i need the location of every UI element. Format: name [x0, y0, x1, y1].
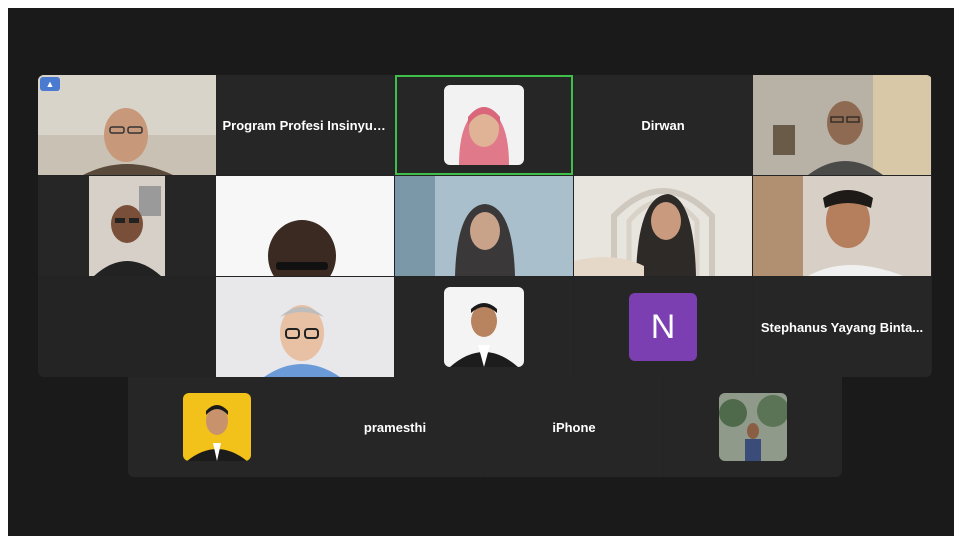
participant-video [753, 176, 931, 276]
participant-avatar [216, 277, 394, 377]
video-tile-man-white-shirt[interactable] [753, 176, 931, 276]
video-tile-man-glasses[interactable] [38, 75, 216, 175]
video-tile-memoji[interactable] [216, 277, 394, 377]
video-tile-n[interactable]: N [574, 277, 752, 377]
video-tile-man-forest[interactable] [664, 377, 842, 477]
participant-photo [183, 393, 251, 461]
participant-name: pramesthi [363, 419, 427, 435]
participant-photo [719, 393, 787, 461]
participant-name: iPhone [552, 419, 596, 435]
participant-photo [444, 85, 524, 165]
participant-video [574, 176, 752, 276]
video-tile-woman-arches[interactable] [574, 176, 752, 276]
participant-name: Dirwan [641, 117, 685, 133]
participant-photo [444, 287, 524, 367]
video-tile-dirwan[interactable]: Dirwan [574, 75, 752, 175]
camera-icon: ▲ [40, 77, 60, 91]
participant-name: Stephanus Yayang Binta... [760, 319, 924, 335]
video-gallery: ▲ Program Profesi Insinyur... Dirwan N S… [38, 75, 932, 377]
video-tile-program[interactable]: Program Profesi Insinyur... [216, 75, 394, 175]
video-tile-man-suit[interactable] [395, 277, 573, 377]
participant-video [216, 176, 394, 276]
video-tile-man-dark-shirt[interactable] [38, 176, 216, 276]
video-tile-pramesthi[interactable]: pramesthi [306, 377, 484, 477]
participant-photo [89, 176, 165, 276]
participant-video [38, 75, 216, 175]
video-tile-woman-hijab[interactable] [395, 176, 573, 276]
video-tile-man-office[interactable] [753, 75, 931, 175]
video-tile-man-partial[interactable] [216, 176, 394, 276]
video-tile-active-speaker[interactable] [395, 75, 573, 175]
video-tile-iphone[interactable]: iPhone [485, 377, 663, 477]
video-gallery-row4: pramesthi iPhone [128, 377, 842, 477]
participant-name: Program Profesi Insinyur... [222, 117, 388, 133]
video-tile-stephanus[interactable]: Stephanus Yayang Binta... [753, 277, 931, 377]
participant-video [753, 75, 931, 175]
participant-video [395, 176, 573, 276]
video-tile-man-yellow[interactable] [128, 377, 306, 477]
initial-avatar: N [629, 293, 697, 361]
